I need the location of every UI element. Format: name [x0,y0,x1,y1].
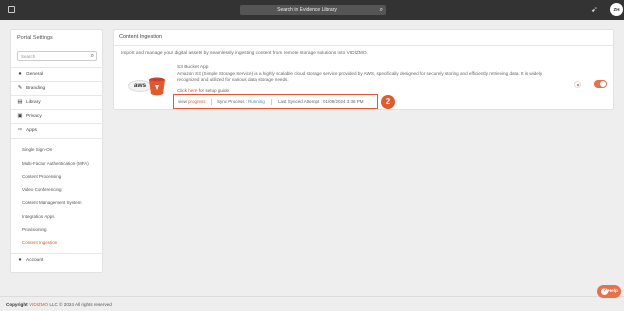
sidebar-subitem-mfa[interactable]: Multi-Factor Authentication (MFA) [22,160,89,167]
top-bar: Search in Evidence Library ⌕ ➹ ZH [0,0,624,20]
copyright-rest: LLC © 2024 All rights reserved [49,302,112,307]
settings-dot [576,83,579,86]
lock-icon: ▣ [17,113,23,119]
sidebar-search-placeholder: Search [21,54,36,59]
toggle-knob [600,81,606,87]
status-separator [271,99,272,105]
app-description: Amazon S3 (Simple Storage Service) is a … [177,71,543,82]
globe-icon: ● [18,71,22,77]
app-logo-icon[interactable] [8,6,15,13]
sidebar-item-label: Privacy [26,114,42,119]
last-synced-value: 01/09/2024 3:36 PM [323,99,364,104]
footer: Copyright VIDIZMO LLC © 2024 All rights … [0,296,624,311]
setup-guide-text: Click here for setup guide [177,88,229,93]
title-divider [114,45,613,46]
sidebar-subitem-cms[interactable]: Content Management System [22,199,82,206]
search-icon[interactable]: ⌕ [91,52,94,60]
settings-icon[interactable] [574,81,581,88]
user-circle-icon: ● [18,257,22,263]
sidebar-item-label: General [26,72,44,77]
sidebar-search-input[interactable]: Search ⌕ [17,51,97,61]
last-synced-label: Last Synced Attempt : [278,99,322,104]
search-icon[interactable]: ⌕ [380,6,383,14]
portal-settings-sidebar: Portal Settings Search ⌕ ● General ✎ Bra… [10,29,103,273]
app-name: S3 Bucket App [177,65,209,70]
apps-icon: ⇨ [17,127,23,133]
setup-guide-link[interactable]: here [188,88,197,93]
help-label: Help [607,289,618,294]
status-separator [211,99,212,105]
sync-process-value: Running [248,99,265,104]
sidebar-item-label: Apps [26,128,37,133]
sync-process-label: Sync Process : [217,99,248,104]
s3-bucket-icon [149,77,165,96]
sidebar-subitem-integration-apps[interactable]: Integration Apps [22,213,55,220]
sidebar-title: Portal Settings [17,35,53,41]
sidebar-item-account[interactable]: ● Account [11,253,103,267]
sidebar-item-label: Library [26,100,41,105]
sidebar-subitem-content-ingestion[interactable]: Content Ingestion [22,239,57,246]
sidebar-item-general[interactable]: ● General [11,67,103,81]
sidebar-item-apps[interactable]: ⇨ Apps [11,123,103,137]
setup-prefix: Click [177,88,187,93]
content-ingestion-panel: Content Ingestion Import and manage your… [113,29,614,110]
book-icon: ▤ [17,99,23,105]
copyright-label: Copyright [6,302,28,307]
sync-status-box: view progress Sync Process : Running Las… [173,94,378,109]
help-button[interactable]: ? Help [597,285,621,298]
sidebar-item-privacy[interactable]: ▣ Privacy [11,109,103,123]
brush-icon: ✎ [17,85,23,91]
page-title: Content Ingestion [119,34,163,40]
avatar[interactable]: ZH [610,3,623,16]
sidebar-divider [11,138,103,139]
page-description: Import and manage your digital assets by… [121,51,368,56]
sidebar-item-library[interactable]: ▤ Library [11,95,103,109]
sidebar-subitem-single-sign-on[interactable]: Single Sign-On [22,146,52,153]
step-badge: 2 [381,95,395,109]
rocket-icon[interactable]: ➹ [591,5,598,15]
app-enabled-toggle[interactable] [594,80,607,88]
view-label: view [178,99,188,104]
sidebar-subitem-content-processing[interactable]: Content Processing [22,173,61,180]
global-search-input[interactable]: Search in Evidence Library ⌕ [240,5,386,15]
view-progress-link[interactable]: progress [188,99,206,105]
sidebar-item-label: Account [26,258,44,263]
sidebar-item-label: Branding [26,86,46,91]
sidebar-item-branding[interactable]: ✎ Branding [11,81,103,95]
copyright-text: Copyright VIDIZMO LLC © 2024 All rights … [6,302,112,308]
global-search-label: Search in Evidence Library [277,7,337,13]
sidebar-subitem-provisioning[interactable]: Provisioning [22,226,47,233]
brand-link[interactable]: VIDIZMO [29,302,48,307]
setup-suffix: for setup guide [198,88,230,93]
sidebar-subitem-video-conferencing[interactable]: Video Conferencing [22,186,61,193]
question-icon: ? [601,288,608,295]
